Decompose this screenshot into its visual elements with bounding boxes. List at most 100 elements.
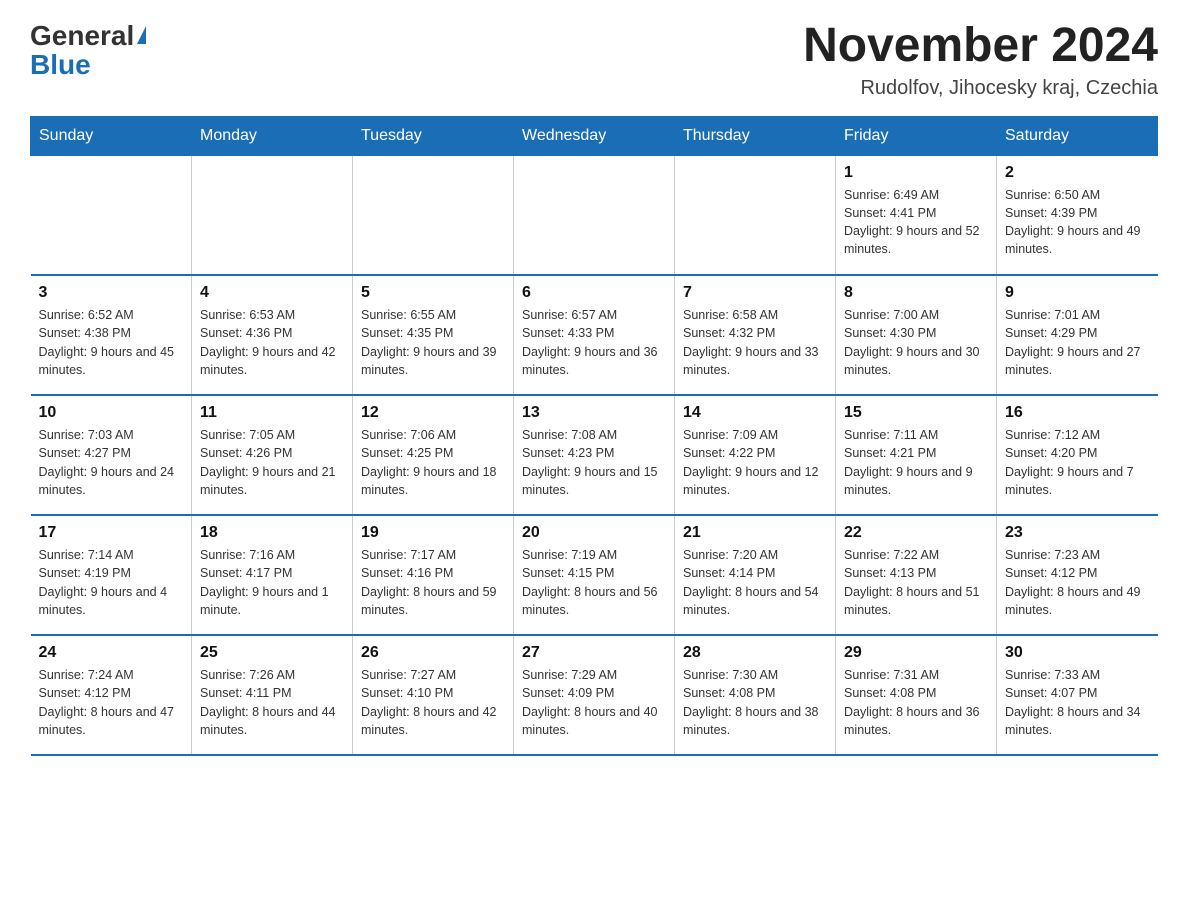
- table-row: 6Sunrise: 6:57 AMSunset: 4:33 PMDaylight…: [514, 275, 675, 395]
- day-info: Sunrise: 7:23 AMSunset: 4:12 PMDaylight:…: [1005, 546, 1150, 619]
- table-row: 5 Sunrise: 6:55 AMSunset: 4:35 PMDaylight…: [353, 275, 514, 395]
- calendar-table: Sunday Monday Tuesday Wednesday Thursday…: [30, 116, 1158, 757]
- table-row: [31, 155, 192, 275]
- calendar-header-row: Sunday Monday Tuesday Wednesday Thursday…: [31, 116, 1158, 155]
- col-tuesday: Tuesday: [353, 116, 514, 155]
- day-info: Sunrise: 7:19 AMSunset: 4:15 PMDaylight:…: [522, 546, 666, 619]
- day-number: 13: [522, 404, 666, 422]
- day-info: Sunrise: 7:14 AMSunset: 4:19 PMDaylight:…: [39, 546, 184, 619]
- day-info: Sunrise: 7:08 AMSunset: 4:23 PMDaylight:…: [522, 426, 666, 499]
- day-info: Sunrise: 7:06 AMSunset: 4:25 PMDaylight:…: [361, 426, 505, 499]
- table-row: 16 Sunrise: 7:12 AMSunset: 4:20 PMDayligh…: [997, 395, 1158, 515]
- day-number: 23: [1005, 524, 1150, 542]
- day-number: 5: [361, 284, 505, 302]
- calendar-week-4: 17 Sunrise: 7:14 AMSunset: 4:19 PMDayligh…: [31, 515, 1158, 635]
- day-info: Sunrise: 7:22 AMSunset: 4:13 PMDaylight:…: [844, 546, 988, 619]
- table-row: 11 Sunrise: 7:05 AMSunset: 4:26 PMDayligh…: [192, 395, 353, 515]
- day-number: 29: [844, 644, 988, 662]
- day-number: 4: [200, 284, 344, 302]
- day-info: Sunrise: 6:53 AMSunset: 4:36 PMDaylight:…: [200, 306, 344, 379]
- table-row: 24 Sunrise: 7:24 AMSunset: 4:12 PMDayligh…: [31, 635, 192, 755]
- table-row: [192, 155, 353, 275]
- day-number: 14: [683, 404, 827, 422]
- table-row: 15Sunrise: 7:11 AMSunset: 4:21 PMDayligh…: [836, 395, 997, 515]
- table-row: 17 Sunrise: 7:14 AMSunset: 4:19 PMDayligh…: [31, 515, 192, 635]
- day-number: 1: [844, 164, 988, 182]
- day-number: 25: [200, 644, 344, 662]
- table-row: 10 Sunrise: 7:03 AMSunset: 4:27 PMDayligh…: [31, 395, 192, 515]
- day-info: Sunrise: 7:16 AMSunset: 4:17 PMDaylight:…: [200, 546, 344, 619]
- calendar-week-1: 1Sunrise: 6:49 AMSunset: 4:41 PMDaylight…: [31, 155, 1158, 275]
- day-info: Sunrise: 7:05 AMSunset: 4:26 PMDaylight:…: [200, 426, 344, 499]
- logo-blue: Blue: [30, 49, 91, 81]
- logo-general: General: [30, 20, 134, 52]
- day-info: Sunrise: 7:12 AMSunset: 4:20 PMDaylight:…: [1005, 426, 1150, 499]
- calendar-week-3: 10 Sunrise: 7:03 AMSunset: 4:27 PMDayligh…: [31, 395, 1158, 515]
- table-row: 30 Sunrise: 7:33 AMSunset: 4:07 PMDayligh…: [997, 635, 1158, 755]
- day-number: 26: [361, 644, 505, 662]
- table-row: 2Sunrise: 6:50 AMSunset: 4:39 PMDaylight…: [997, 155, 1158, 275]
- day-number: 22: [844, 524, 988, 542]
- day-number: 21: [683, 524, 827, 542]
- day-info: Sunrise: 7:09 AMSunset: 4:22 PMDaylight:…: [683, 426, 827, 499]
- day-number: 30: [1005, 644, 1150, 662]
- calendar-week-2: 3 Sunrise: 6:52 AMSunset: 4:38 PMDaylight…: [31, 275, 1158, 395]
- table-row: 27Sunrise: 7:29 AMSunset: 4:09 PMDayligh…: [514, 635, 675, 755]
- day-number: 3: [39, 284, 184, 302]
- calendar-week-5: 24 Sunrise: 7:24 AMSunset: 4:12 PMDayligh…: [31, 635, 1158, 755]
- table-row: 18Sunrise: 7:16 AMSunset: 4:17 PMDayligh…: [192, 515, 353, 635]
- table-row: 29 Sunrise: 7:31 AMSunset: 4:08 PMDayligh…: [836, 635, 997, 755]
- day-number: 16: [1005, 404, 1150, 422]
- table-row: 8 Sunrise: 7:00 AMSunset: 4:30 PMDaylight…: [836, 275, 997, 395]
- col-friday: Friday: [836, 116, 997, 155]
- day-info: Sunrise: 7:17 AMSunset: 4:16 PMDaylight:…: [361, 546, 505, 619]
- day-number: 17: [39, 524, 184, 542]
- day-info: Sunrise: 6:57 AMSunset: 4:33 PMDaylight:…: [522, 306, 666, 379]
- logo-triangle-icon: [137, 26, 146, 44]
- table-row: 23 Sunrise: 7:23 AMSunset: 4:12 PMDayligh…: [997, 515, 1158, 635]
- day-number: 11: [200, 404, 344, 422]
- table-row: 21 Sunrise: 7:20 AMSunset: 4:14 PMDayligh…: [675, 515, 836, 635]
- table-row: [514, 155, 675, 275]
- day-info: Sunrise: 7:33 AMSunset: 4:07 PMDaylight:…: [1005, 666, 1150, 739]
- day-number: 10: [39, 404, 184, 422]
- table-row: 7 Sunrise: 6:58 AMSunset: 4:32 PMDaylight…: [675, 275, 836, 395]
- day-number: 8: [844, 284, 988, 302]
- day-number: 28: [683, 644, 827, 662]
- day-number: 15: [844, 404, 988, 422]
- day-number: 24: [39, 644, 184, 662]
- day-info: Sunrise: 6:55 AMSunset: 4:35 PMDaylight:…: [361, 306, 505, 379]
- day-info: Sunrise: 7:31 AMSunset: 4:08 PMDaylight:…: [844, 666, 988, 739]
- day-info: Sunrise: 7:03 AMSunset: 4:27 PMDaylight:…: [39, 426, 184, 499]
- table-row: 19 Sunrise: 7:17 AMSunset: 4:16 PMDayligh…: [353, 515, 514, 635]
- table-row: 26 Sunrise: 7:27 AMSunset: 4:10 PMDayligh…: [353, 635, 514, 755]
- day-number: 27: [522, 644, 666, 662]
- table-row: 9Sunrise: 7:01 AMSunset: 4:29 PMDaylight…: [997, 275, 1158, 395]
- logo: General Blue: [30, 20, 146, 81]
- table-row: 3 Sunrise: 6:52 AMSunset: 4:38 PMDaylight…: [31, 275, 192, 395]
- col-saturday: Saturday: [997, 116, 1158, 155]
- day-info: Sunrise: 6:58 AMSunset: 4:32 PMDaylight:…: [683, 306, 827, 379]
- day-info: Sunrise: 6:52 AMSunset: 4:38 PMDaylight:…: [39, 306, 184, 379]
- location: Rudolfov, Jihocesky kraj, Czechia: [803, 77, 1158, 100]
- day-info: Sunrise: 7:24 AMSunset: 4:12 PMDaylight:…: [39, 666, 184, 739]
- table-row: 1Sunrise: 6:49 AMSunset: 4:41 PMDaylight…: [836, 155, 997, 275]
- day-number: 19: [361, 524, 505, 542]
- table-row: 22 Sunrise: 7:22 AMSunset: 4:13 PMDayligh…: [836, 515, 997, 635]
- day-info: Sunrise: 6:50 AMSunset: 4:39 PMDaylight:…: [1005, 186, 1150, 259]
- col-wednesday: Wednesday: [514, 116, 675, 155]
- month-title: November 2024: [803, 20, 1158, 73]
- table-row: [353, 155, 514, 275]
- table-row: 4 Sunrise: 6:53 AMSunset: 4:36 PMDaylight…: [192, 275, 353, 395]
- table-row: 13 Sunrise: 7:08 AMSunset: 4:23 PMDayligh…: [514, 395, 675, 515]
- day-info: Sunrise: 7:27 AMSunset: 4:10 PMDaylight:…: [361, 666, 505, 739]
- table-row: 25 Sunrise: 7:26 AMSunset: 4:11 PMDayligh…: [192, 635, 353, 755]
- day-info: Sunrise: 7:20 AMSunset: 4:14 PMDaylight:…: [683, 546, 827, 619]
- day-number: 20: [522, 524, 666, 542]
- day-info: Sunrise: 7:26 AMSunset: 4:11 PMDaylight:…: [200, 666, 344, 739]
- day-info: Sunrise: 7:00 AMSunset: 4:30 PMDaylight:…: [844, 306, 988, 379]
- col-sunday: Sunday: [31, 116, 192, 155]
- col-monday: Monday: [192, 116, 353, 155]
- title-block: November 2024 Rudolfov, Jihocesky kraj, …: [803, 20, 1158, 100]
- day-number: 7: [683, 284, 827, 302]
